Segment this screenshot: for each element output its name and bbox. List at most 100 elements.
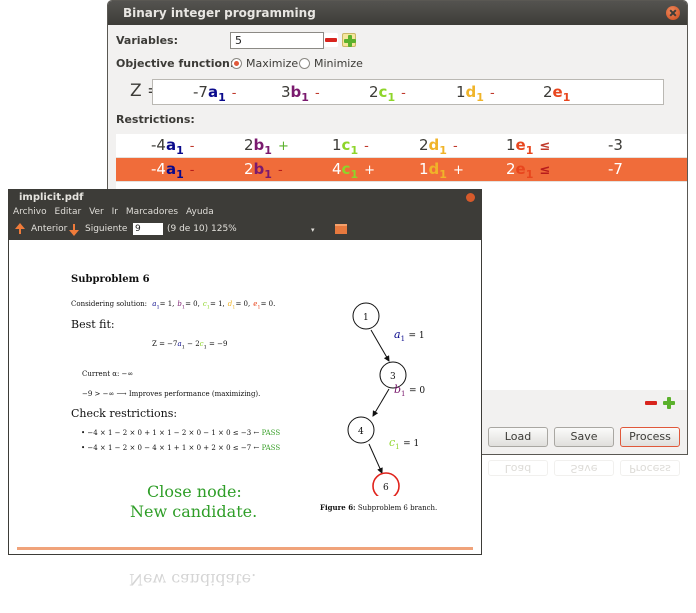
term-coefficient: 4 bbox=[332, 160, 342, 178]
term-variable: d bbox=[428, 160, 440, 178]
edge-label-b-val: = 0 bbox=[409, 386, 426, 396]
restriction-term[interactable]: 2b1- bbox=[244, 160, 283, 181]
close-node-line-2: New candidate. bbox=[130, 502, 258, 521]
edge-label-c-val: = 1 bbox=[403, 439, 420, 449]
close-icon[interactable] bbox=[666, 6, 680, 20]
term-coefficient: -7 bbox=[193, 83, 208, 101]
term-subscript: 1 bbox=[387, 91, 396, 104]
term-operator: + bbox=[364, 163, 376, 178]
z-eq-result: = −9 bbox=[206, 340, 228, 348]
menu-ayuda[interactable]: Ayuda bbox=[186, 207, 214, 217]
term-coefficient: 2 bbox=[369, 83, 379, 101]
add-restriction-icon[interactable] bbox=[662, 396, 676, 410]
tree-edge-4-6 bbox=[368, 443, 383, 474]
pdf-page: Subproblem 6 Considering solution: a1= 1… bbox=[9, 240, 481, 552]
solution-equals: = 0, bbox=[235, 300, 251, 308]
restriction-term[interactable]: 2d1- bbox=[419, 136, 458, 157]
edge-label-a-val: = 1 bbox=[408, 331, 425, 341]
term-coefficient: 2 bbox=[506, 160, 516, 178]
solution-equals: = 0. bbox=[260, 300, 276, 308]
term-operator: - bbox=[189, 139, 195, 154]
maximize-label[interactable]: Maximize bbox=[246, 57, 298, 70]
menu-archivo[interactable]: Archivo bbox=[13, 207, 47, 217]
restriction-row[interactable]: -4a1-2b1-4c1 +1d1 +2e1 ≤ -7 bbox=[116, 158, 687, 182]
restriction-term[interactable]: 4c1 + bbox=[332, 160, 375, 181]
term-variable: e bbox=[552, 83, 563, 101]
objective-term[interactable]: 1d1- bbox=[456, 83, 495, 104]
tree-edge-1-3 bbox=[370, 329, 390, 362]
add-variable-icon[interactable] bbox=[342, 33, 356, 47]
arrow-down-icon[interactable] bbox=[69, 230, 79, 236]
term-coefficient: 1 bbox=[419, 160, 429, 178]
restriction-term[interactable]: 2e1 ≤ bbox=[506, 160, 550, 181]
term-operator: ≤ bbox=[539, 163, 551, 178]
pdf-menu-bar: Archivo Editar Ver Ir Marcadores Ayuda bbox=[9, 205, 481, 219]
term-operator: - bbox=[401, 86, 406, 101]
term-coefficient: -4 bbox=[151, 160, 166, 178]
solution-equals: = 1, bbox=[209, 300, 225, 308]
restriction-row[interactable]: -4a1- 2b1 + 1c1- 2d1- 1e1 ≤ -3 bbox=[116, 134, 687, 158]
minimize-label[interactable]: Minimize bbox=[314, 57, 363, 70]
term-operator: - bbox=[314, 86, 320, 101]
solution-equals: = 0, bbox=[185, 300, 200, 308]
menu-marcadores[interactable]: Marcadores bbox=[126, 207, 178, 217]
solution-values: a1= 1, b1= 0, c1= 1, d1= 0, e1= 0. bbox=[149, 300, 276, 310]
pdf-reflection: New candidate. bbox=[8, 556, 482, 613]
menu-ver[interactable]: Ver bbox=[89, 207, 104, 217]
edge-label-c: c1 = 1 bbox=[389, 436, 419, 451]
zoom-select[interactable]: 125% bbox=[211, 224, 237, 234]
z-eq-mid: − 2 bbox=[184, 340, 200, 348]
restriction-term[interactable]: 1c1- bbox=[332, 136, 369, 157]
next-button[interactable]: Siguiente bbox=[85, 224, 127, 234]
term-variable: d bbox=[465, 83, 477, 101]
check-result-1: PASS bbox=[261, 429, 281, 437]
process-button[interactable]: Process bbox=[620, 427, 680, 447]
bip-title-bar[interactable]: Binary integer programming bbox=[108, 1, 687, 25]
term-operator: ≤ bbox=[539, 139, 551, 154]
page-number-input[interactable]: 9 bbox=[133, 223, 163, 235]
remove-restriction-icon[interactable] bbox=[644, 396, 658, 410]
term-coefficient: -4 bbox=[151, 136, 166, 154]
menu-editar[interactable]: Editar bbox=[55, 207, 82, 217]
objective-term[interactable]: 2e1 bbox=[543, 83, 576, 104]
restriction-rhs[interactable]: -3 bbox=[608, 136, 623, 154]
tree-node-4-label: 4 bbox=[358, 427, 364, 437]
restriction-term[interactable]: -4a1- bbox=[151, 160, 194, 181]
edge-label-a: a1 = 1 bbox=[394, 328, 425, 343]
term-subscript: 1 bbox=[439, 144, 447, 157]
restriction-term[interactable]: 1e1 ≤ bbox=[506, 136, 550, 157]
previous-button[interactable]: Anterior bbox=[31, 224, 67, 234]
close-icon[interactable] bbox=[466, 193, 475, 202]
term-coefficient: 3 bbox=[281, 83, 291, 101]
term-variable: e bbox=[515, 136, 526, 154]
objective-term[interactable]: 2c1- bbox=[369, 83, 406, 104]
restriction-term[interactable]: 2b1 + bbox=[244, 136, 289, 157]
restriction-term[interactable]: -4a1- bbox=[151, 136, 194, 157]
remove-variable-icon[interactable] bbox=[324, 33, 338, 47]
restriction-rhs[interactable]: -7 bbox=[608, 160, 623, 178]
check-expr-1: −4 × 1 − 2 × 0 + 1 × 1 − 2 × 0 − 1 × 0 ≤… bbox=[87, 429, 260, 437]
term-subscript: 1 bbox=[264, 168, 272, 181]
maximize-radio[interactable] bbox=[231, 58, 242, 69]
menu-ir[interactable]: Ir bbox=[112, 207, 118, 217]
restriction-term[interactable]: 1d1 + bbox=[419, 160, 464, 181]
term-operator: + bbox=[277, 139, 289, 154]
figure-caption-text: Subproblem 6 branch. bbox=[355, 504, 438, 512]
process-button-reflection: Process bbox=[620, 460, 680, 476]
edge-label-b: b1 = 0 bbox=[394, 383, 425, 398]
save-button[interactable]: Save bbox=[554, 427, 614, 447]
load-button[interactable]: Load bbox=[488, 427, 548, 447]
variables-input[interactable]: 5 bbox=[230, 32, 324, 49]
objective-row[interactable]: -7a1-3b1-2c1-1d1-2e1 bbox=[152, 79, 664, 105]
pdf-title-bar[interactable]: implicit.pdf bbox=[9, 190, 481, 205]
chevron-down-icon[interactable]: ▾ bbox=[311, 226, 315, 234]
folder-icon[interactable] bbox=[335, 224, 347, 234]
objective-term[interactable]: 3b1- bbox=[281, 83, 320, 104]
minimize-radio[interactable] bbox=[299, 58, 310, 69]
objective-term[interactable]: -7a1- bbox=[193, 83, 236, 104]
desktop: Binary integer programming Variables: 5 … bbox=[0, 0, 696, 613]
page-scroll-indicator[interactable] bbox=[17, 547, 473, 550]
term-coefficient: 2 bbox=[419, 136, 429, 154]
term-subscript: 1 bbox=[176, 168, 184, 181]
term-operator: + bbox=[452, 163, 464, 178]
